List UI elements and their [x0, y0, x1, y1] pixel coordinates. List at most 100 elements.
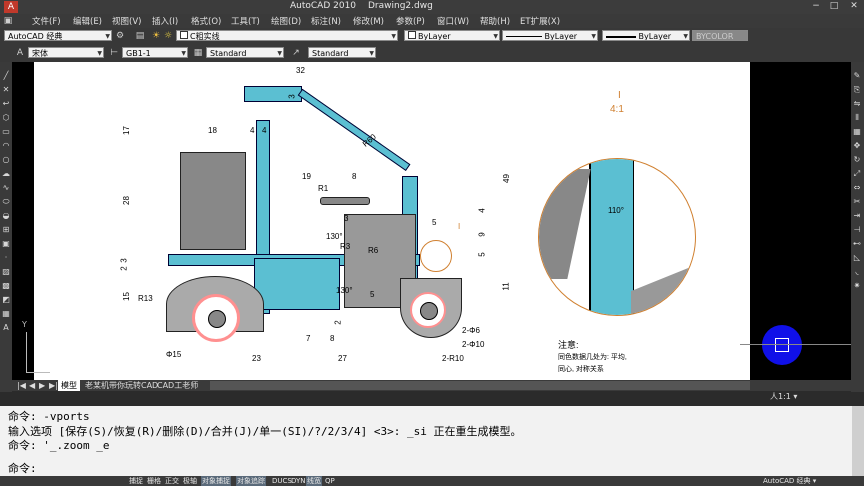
status-qp[interactable]: QP	[324, 476, 336, 486]
polygon-icon[interactable]: ⬡	[0, 112, 12, 123]
multileader-style-select[interactable]: Standard ▼	[308, 47, 376, 58]
layer-properties-icon[interactable]: ▤	[134, 30, 146, 42]
dim-17: 17	[121, 126, 131, 135]
chamfer-icon[interactable]: ◺	[851, 252, 863, 263]
extend-icon[interactable]: ⇥	[851, 210, 863, 221]
workspace-status[interactable]: AutoCAD 经典 ▾	[762, 476, 817, 486]
text-style-icon[interactable]: A	[14, 47, 26, 59]
multileader-style-icon[interactable]: ↗	[290, 47, 302, 59]
menu-format[interactable]: 格式(O)	[191, 15, 221, 27]
arc-icon[interactable]: ◠	[0, 140, 12, 151]
command-scrollbar[interactable]	[852, 406, 864, 476]
status-osnap[interactable]: 对象捕捉	[201, 476, 231, 486]
erase-icon[interactable]: ✎	[851, 70, 863, 81]
notes-line1: 同色数据几处为: 平均,	[558, 354, 627, 361]
status-dyn[interactable]: DYN	[290, 476, 307, 486]
menu-et-express[interactable]: ET扩展(X)	[520, 15, 560, 27]
construction-line-icon[interactable]: ✕	[0, 84, 12, 95]
menu-dimension[interactable]: 标注(N)	[311, 15, 341, 27]
detail-label-i: I	[618, 90, 621, 101]
circle-icon[interactable]: ○	[0, 154, 12, 165]
minimize-button[interactable]: −	[808, 0, 824, 12]
layer-select[interactable]: C粗实线 ▼	[176, 30, 398, 41]
menu-draw[interactable]: 绘图(D)	[271, 15, 301, 27]
break-icon[interactable]: ⊣	[851, 224, 863, 235]
rotate-icon[interactable]: ↻	[851, 154, 863, 165]
fillet-icon[interactable]: ◟	[851, 266, 863, 277]
workspace-settings-icon[interactable]: ⚙	[114, 30, 126, 42]
status-snap[interactable]: 捕捉	[128, 476, 144, 486]
dim-28: 28	[121, 196, 131, 205]
explode-icon[interactable]: ✷	[851, 280, 863, 291]
status-polar[interactable]: 极轴	[182, 476, 198, 486]
command-history-1: 命令: -vports	[8, 410, 90, 423]
line-icon[interactable]: ╱	[0, 70, 12, 81]
mtext-icon[interactable]: A	[0, 322, 12, 333]
status-otrack[interactable]: 对象追踪	[236, 476, 266, 486]
gradient-icon[interactable]: ▩	[0, 280, 12, 291]
menu-help[interactable]: 帮助(H)	[480, 15, 510, 27]
stretch-icon[interactable]: ⇔	[851, 182, 863, 193]
copy-icon[interactable]: ⎘	[851, 84, 863, 95]
ellipse-icon[interactable]: ⬭	[0, 196, 12, 207]
status-ortho[interactable]: 正交	[164, 476, 180, 486]
blueprint-drawing[interactable]: 32 3 18 4 4 17 R60 28 49 19 R1 8 3 5 4 1…	[104, 66, 734, 373]
tab-layout1[interactable]: 老某机带你玩转CAD	[82, 380, 161, 391]
offset-icon[interactable]: ⫴	[851, 112, 863, 123]
linetype-select[interactable]: ByLayer ▼	[502, 30, 598, 41]
trim-icon[interactable]: ✂	[851, 196, 863, 207]
text-font-select[interactable]: 宋体 ▼	[28, 47, 104, 58]
tab-layout2[interactable]: CAD工老师	[154, 380, 201, 391]
status-grid[interactable]: 栅格	[146, 476, 162, 486]
dim-style-select[interactable]: GB1-1 ▼	[122, 47, 188, 58]
array-icon[interactable]: ▦	[851, 126, 863, 137]
menu-parametric[interactable]: 参数(P)	[396, 15, 425, 27]
dim-2-phi10: 2-Φ10	[462, 340, 485, 349]
rectangle-icon[interactable]: ▭	[0, 126, 12, 137]
table-style-icon[interactable]: ▦	[192, 47, 204, 59]
scale-icon[interactable]: ⤢	[851, 168, 863, 179]
command-input[interactable]	[4, 459, 844, 473]
table-style-select[interactable]: Standard ▼	[206, 47, 284, 58]
table-icon[interactable]: ▦	[0, 308, 12, 319]
sun-icon[interactable]: ☼	[162, 30, 174, 42]
menu-edit[interactable]: 编辑(E)	[73, 15, 102, 27]
tab-model[interactable]: 模型	[58, 380, 80, 391]
join-icon[interactable]: ⊷	[851, 238, 863, 249]
menu-insert[interactable]: 插入(I)	[152, 15, 178, 27]
polyline-icon[interactable]: ↩	[0, 98, 12, 109]
workspace-select[interactable]: AutoCAD 经典 ▼	[4, 30, 112, 41]
hatch-icon[interactable]: ▨	[0, 266, 12, 277]
dim-r6: R6	[368, 246, 379, 255]
chevron-down-icon: ▼	[391, 33, 396, 40]
dim-style-icon[interactable]: ⊢	[108, 47, 120, 59]
menu-window[interactable]: 窗口(W)	[437, 15, 469, 27]
dim-4b: 4	[262, 126, 267, 135]
maximize-button[interactable]: □	[826, 0, 842, 12]
menu-file[interactable]: 文件(F)	[32, 15, 61, 27]
annotation-scale[interactable]: 人1:1 ▾	[770, 391, 797, 402]
ellipse-arc-icon[interactable]: ◒	[0, 210, 12, 221]
modify-toolbar: ✎ ⎘ ⇋ ⫴ ▦ ✥ ↻ ⤢ ⇔ ✂ ⇥ ⊣ ⊷ ◺ ◟ ✷	[851, 62, 864, 392]
move-icon[interactable]: ✥	[851, 140, 863, 151]
menu-view[interactable]: 视图(V)	[112, 15, 141, 27]
color-select[interactable]: ByLayer ▼	[404, 30, 500, 41]
app-logo-icon[interactable]: A	[4, 1, 18, 13]
plotstyle-select[interactable]: BYCOLOR	[692, 30, 748, 41]
horizontal-scrollbar[interactable]	[210, 381, 750, 390]
make-block-icon[interactable]: ▣	[0, 238, 12, 249]
spline-icon[interactable]: ∿	[0, 182, 12, 193]
point-icon[interactable]: ·	[0, 252, 12, 263]
status-lineweight[interactable]: 线宽	[306, 476, 322, 486]
menu-tools[interactable]: 工具(T)	[231, 15, 260, 27]
insert-block-icon[interactable]: ⊞	[0, 224, 12, 235]
menu-modify[interactable]: 修改(M)	[353, 15, 384, 27]
lightbulb-icon[interactable]: ☀	[150, 30, 162, 42]
close-button[interactable]: ✕	[846, 0, 862, 12]
dim-2-phi6: 2-Φ6	[462, 326, 480, 335]
app-menu-icon[interactable]: ▣	[2, 15, 14, 27]
lineweight-select[interactable]: ByLayer ▼	[602, 30, 690, 41]
revision-cloud-icon[interactable]: ☁	[0, 168, 12, 179]
mirror-icon[interactable]: ⇋	[851, 98, 863, 109]
region-icon[interactable]: ◩	[0, 294, 12, 305]
